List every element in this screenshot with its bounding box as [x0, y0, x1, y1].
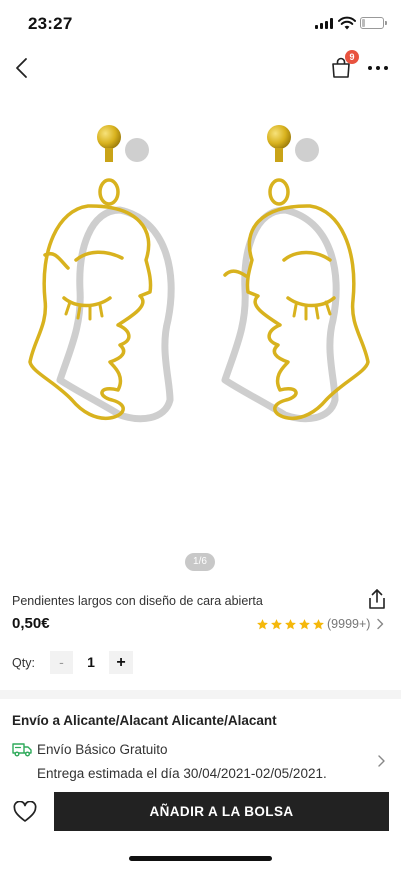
quantity-decrease-button[interactable]: -: [50, 651, 73, 674]
more-icon[interactable]: [368, 64, 390, 72]
star-icon: [299, 618, 310, 629]
wifi-icon: [338, 16, 356, 30]
cellular-signal-icon: [315, 18, 333, 29]
star-icon: [313, 618, 324, 629]
home-indicator: [129, 856, 272, 861]
status-bar: 23:27: [0, 0, 401, 46]
shipping-estimate: Entrega estimada el día 30/04/2021-02/05…: [37, 766, 327, 781]
review-count: (9999+): [327, 617, 371, 631]
product-title: Pendientes largos con diseño de cara abi…: [12, 594, 263, 608]
share-icon[interactable]: [367, 588, 387, 610]
chevron-right-icon: [377, 618, 384, 630]
quantity-label: Qty:: [12, 656, 35, 670]
rating-stars: [256, 618, 325, 631]
add-to-bag-button[interactable]: AÑADIR A LA BOLSA: [54, 792, 389, 831]
quantity-increase-button[interactable]: +: [109, 651, 133, 674]
left-earring: [28, 125, 153, 421]
shipping-destination: Envío a Alicante/Alacant Alicante/Alacan…: [12, 713, 277, 728]
status-time: 23:27: [28, 14, 73, 33]
gallery-page-indicator: 1/6: [185, 553, 215, 571]
battery-icon: [360, 17, 387, 29]
cart-count-badge: 9: [345, 50, 359, 64]
star-icon: [285, 618, 296, 629]
shipping-method: Envío Básico Gratuito: [37, 742, 168, 757]
product-price: 0,50€: [12, 615, 50, 632]
truck-icon: [12, 743, 32, 757]
star-icon: [257, 618, 268, 629]
chevron-right-icon[interactable]: [376, 754, 386, 768]
product-image[interactable]: [0, 100, 401, 570]
section-divider: [0, 690, 401, 699]
heart-icon[interactable]: [13, 801, 37, 823]
star-icon: [271, 618, 282, 629]
quantity-value[interactable]: 1: [78, 654, 104, 670]
chevron-left-icon[interactable]: [12, 56, 34, 80]
product-rating[interactable]: (9999+): [256, 616, 385, 632]
